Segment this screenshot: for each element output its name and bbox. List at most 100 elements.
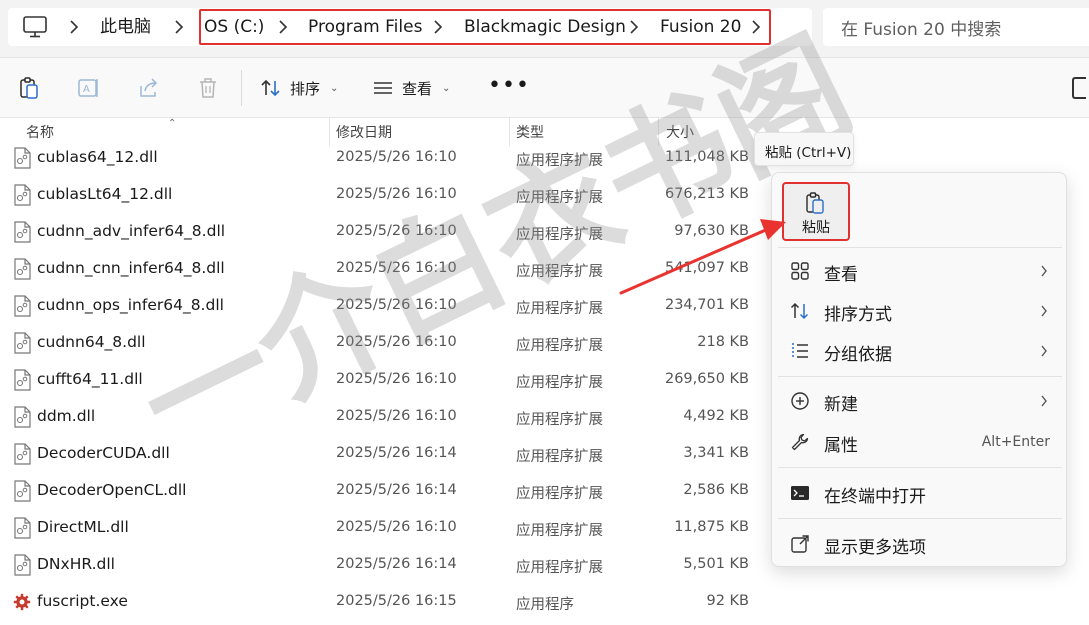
file-row[interactable]: cudnn_cnn_infer64_8.dll 2025/5/26 16:10 …: [0, 250, 760, 287]
file-type: 应用程序扩展: [516, 190, 603, 206]
breadcrumb-this-pc[interactable]: 此电脑: [100, 15, 151, 39]
search-box[interactable]: 在 Fusion 20 中搜索: [823, 8, 1089, 46]
menu-item-open-in-terminal[interactable]: 在终端中打开: [778, 475, 1062, 511]
menu-item-new[interactable]: 新建: [778, 383, 1062, 419]
file-type: 应用程序扩展: [516, 449, 603, 465]
external-icon: [791, 535, 809, 553]
sort-button[interactable]: 排序 ⌄: [260, 74, 338, 102]
share-icon[interactable]: [137, 76, 161, 100]
chevron-right-icon[interactable]: [748, 18, 764, 36]
view-label: 查看: [402, 79, 433, 98]
file-date: 2025/5/26 16:10: [336, 223, 457, 239]
file-name: ddm.dll: [37, 407, 96, 425]
chevron-down-icon: ⌄: [442, 82, 451, 94]
file-name: DecoderOpenCL.dll: [37, 481, 187, 499]
dll-file-icon: [14, 406, 31, 428]
more-options-button[interactable]: •••: [488, 75, 530, 97]
menu-item-label: 分组依据: [824, 345, 892, 365]
file-name: cublasLt64_12.dll: [37, 185, 173, 203]
menu-item-sort-by[interactable]: 排序方式: [778, 293, 1062, 329]
chevron-right-icon[interactable]: [430, 18, 446, 36]
chevron-right-icon[interactable]: [626, 18, 642, 36]
file-row[interactable]: cudnn_ops_infer64_8.dll 2025/5/26 16:10 …: [0, 287, 760, 324]
file-row[interactable]: cublasLt64_12.dll 2025/5/26 16:10 应用程序扩展…: [0, 176, 760, 213]
menu-item-shortcut: Alt+Enter: [981, 434, 1050, 450]
dll-file-icon: [14, 295, 31, 317]
file-name: cufft64_11.dll: [37, 370, 143, 388]
file-row[interactable]: cudnn64_8.dll 2025/5/26 16:10 应用程序扩展 218…: [0, 324, 760, 361]
breadcrumb-os-c[interactable]: OS (C:): [204, 15, 264, 39]
file-date: 2025/5/26 16:10: [336, 260, 457, 276]
file-row[interactable]: DirectML.dll 2025/5/26 16:10 应用程序扩展 11,8…: [0, 509, 760, 546]
file-row[interactable]: ddm.dll 2025/5/26 16:10 应用程序扩展 4,492 KB: [0, 398, 760, 435]
file-type: 应用程序: [516, 597, 574, 613]
file-name: cudnn_adv_infer64_8.dll: [37, 222, 226, 240]
monitor-icon[interactable]: [22, 15, 48, 39]
menu-item-show-more-options[interactable]: 显示更多选项: [778, 526, 1062, 562]
file-size: 676,213 KB: [664, 186, 749, 202]
menu-item-label: 在终端中打开: [824, 487, 926, 507]
menu-separator: [778, 467, 1062, 468]
paste-button[interactable]: 粘贴: [782, 182, 850, 241]
paste-icon[interactable]: [17, 76, 41, 100]
file-row[interactable]: DecoderOpenCL.dll 2025/5/26 16:14 应用程序扩展…: [0, 472, 760, 509]
chevron-right-icon[interactable]: [171, 18, 187, 36]
file-date: 2025/5/26 16:14: [336, 482, 457, 498]
file-date: 2025/5/26 16:14: [336, 445, 457, 461]
file-size: 92 KB: [706, 593, 749, 609]
details-pane-icon[interactable]: [1072, 77, 1086, 99]
file-row[interactable]: cudnn_adv_infer64_8.dll 2025/5/26 16:10 …: [0, 213, 760, 250]
context-menu: 粘贴 查看 排序方式 分组依据 新建 属性 Alt+Enter 在终端中打开 显…: [771, 172, 1067, 567]
chevron-right-icon[interactable]: [66, 18, 82, 36]
file-row[interactable]: DNxHR.dll 2025/5/26 16:14 应用程序扩展 5,501 K…: [0, 546, 760, 583]
file-size: 5,501 KB: [683, 556, 749, 572]
gear-exe-icon: [13, 593, 31, 611]
paste-label: 粘贴: [802, 220, 830, 236]
file-name: DNxHR.dll: [37, 555, 115, 573]
file-row[interactable]: cublas64_12.dll 2025/5/26 16:10 应用程序扩展 1…: [0, 139, 760, 176]
dll-file-icon: [14, 517, 31, 539]
chevron-right-icon[interactable]: [275, 18, 291, 36]
file-name: DecoderCUDA.dll: [37, 444, 170, 462]
toolbar-separator: [241, 70, 242, 106]
file-name: cudnn_cnn_infer64_8.dll: [37, 259, 225, 277]
sort-icon: [261, 79, 280, 97]
paste-tooltip: 粘贴 (Ctrl+V): [754, 132, 854, 166]
file-type: 应用程序扩展: [516, 375, 603, 391]
grid-icon: [791, 262, 809, 280]
file-size: 269,650 KB: [664, 371, 749, 387]
breadcrumb-blackmagic-design[interactable]: Blackmagic Design: [464, 15, 626, 39]
file-row[interactable]: DecoderCUDA.dll 2025/5/26 16:14 应用程序扩展 3…: [0, 435, 760, 472]
file-type: 应用程序扩展: [516, 301, 603, 317]
tooltip-text: 粘贴 (Ctrl+V): [765, 145, 852, 161]
breadcrumb-fusion-20[interactable]: Fusion 20: [660, 15, 741, 39]
file-size: 97,630 KB: [674, 223, 749, 239]
menu-item-properties[interactable]: 属性 Alt+Enter: [778, 424, 1062, 460]
wrench-icon: [791, 433, 809, 451]
sort-ascending-icon: ⌃: [168, 118, 177, 129]
chevron-down-icon: ⌄: [330, 82, 339, 94]
breadcrumb-program-files[interactable]: Program Files: [308, 15, 422, 39]
file-name: cublas64_12.dll: [37, 148, 158, 166]
file-row[interactable]: cufft64_11.dll 2025/5/26 16:10 应用程序扩展 26…: [0, 361, 760, 398]
rename-icon[interactable]: A: [77, 76, 101, 100]
menu-item-group-by[interactable]: 分组依据: [778, 333, 1062, 369]
menu-item-label: 查看: [824, 265, 858, 285]
file-name: DirectML.dll: [37, 518, 129, 536]
plus-circle-icon: [791, 392, 809, 410]
file-type: 应用程序扩展: [516, 412, 603, 428]
command-bar: A 排序 ⌄ 查看 ⌄ •••: [0, 58, 1089, 118]
dll-file-icon: [14, 443, 31, 465]
file-row[interactable]: fuscript.exe 2025/5/26 16:15 应用程序 92 KB: [0, 583, 760, 620]
menu-item-view[interactable]: 查看: [778, 253, 1062, 289]
file-size: 111,048 KB: [664, 149, 749, 165]
file-size: 2,586 KB: [683, 482, 749, 498]
dll-file-icon: [14, 554, 31, 576]
dll-file-icon: [14, 258, 31, 280]
menu-item-label: 新建: [824, 395, 858, 415]
file-date: 2025/5/26 16:15: [336, 593, 457, 609]
file-name: cudnn_ops_infer64_8.dll: [37, 296, 224, 314]
delete-icon[interactable]: [196, 76, 220, 100]
view-button[interactable]: 查看 ⌄: [372, 74, 450, 102]
dll-file-icon: [14, 480, 31, 502]
